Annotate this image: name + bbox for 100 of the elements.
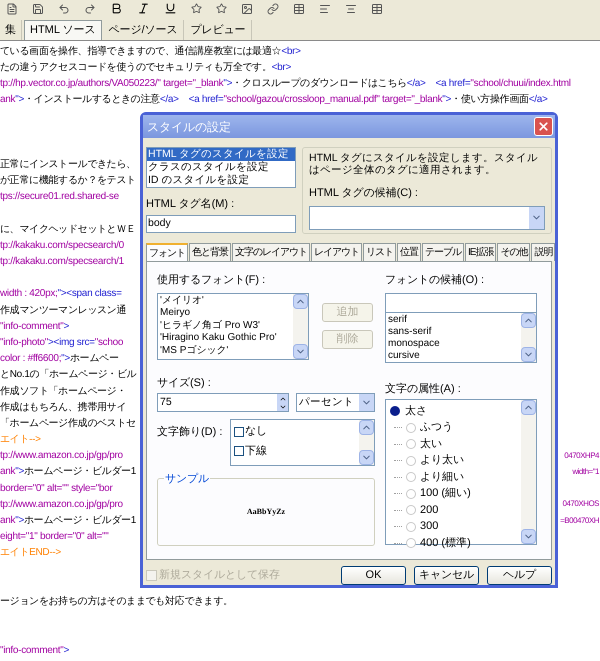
radio-button[interactable] [406,439,416,450]
dialog-tab[interactable]: フォント [146,243,188,262]
list-item[interactable]: クラスのスタイルを設定 [147,161,295,174]
scrollbar[interactable] [293,294,308,359]
redo-icon[interactable] [84,2,96,14]
list-item[interactable]: ID のスタイルを設定 [147,174,295,188]
dialog-tab[interactable]: 色と背景 [189,243,231,262]
code-line: ank">・インストールするときの注意</a> <a href="school/gazou/crossloop_manual.pdf" target="_blank">・使い方操作画面</a> [0,92,548,108]
tag-candidates-select[interactable] [309,206,545,230]
tree-item-label: 太さ [405,404,427,420]
align-left-icon[interactable] [319,2,331,14]
dialog-tab[interactable]: 文字のレイアウト [232,243,310,262]
code-line: エイトEND--> [0,546,61,560]
unit-select[interactable]: パーセント [296,393,375,412]
table-icon[interactable] [371,2,383,14]
scrollbar[interactable] [521,400,536,544]
code-line: 作成ソフト「ホームページ・ [0,384,126,399]
radio-button[interactable] [406,488,416,499]
code-line: tp://www.amazon.co.jp/gp/pro [0,498,123,512]
save-icon[interactable] [32,2,44,14]
code-line: width="1 [572,466,600,478]
list-item[interactable]: HTML タグのスタイルを設定 [147,148,295,162]
italic-icon[interactable] [137,2,150,15]
field-label: 文字の属性(A) : [385,382,462,397]
dialog-button[interactable]: OK [341,566,406,585]
field-label: フォントの候補(O) : [385,273,485,288]
dialog-button[interactable]: キャンセル [414,566,479,585]
underline-icon[interactable] [164,2,177,15]
link-icon[interactable] [267,2,279,14]
radio-button[interactable] [406,505,416,516]
dialog-tab[interactable]: テーブル [422,243,464,262]
code-line: tp://kakaku.com/specsearch/1 [0,255,124,270]
code-line: ank">ホームページ・ビルダー1 [0,465,136,480]
checkbox[interactable] [234,446,244,456]
code-line: とNo.1の「ホームページ・ビル [0,368,136,382]
field-label: HTML タグ名(M) : [146,197,236,212]
checkbox[interactable] [234,426,244,437]
list-item[interactable]: 'MS Pゴシック' [160,344,291,358]
code-line: 0470XHOS [562,498,600,510]
star-icon[interactable] [216,3,227,14]
code-line: color : #ff6600;">ホームペー [0,352,118,366]
sample-text: AaBbYyZz [246,506,286,518]
undo-icon[interactable] [58,2,70,14]
field-label: サイズ(S) : [157,376,212,391]
radio-button[interactable] [406,422,416,433]
radio-button[interactable] [406,538,416,548]
radio-button[interactable] [390,406,400,416]
radio-button[interactable] [406,472,416,482]
dialog-tab[interactable]: その他 [497,243,530,262]
list-item[interactable]: monospace [388,338,521,350]
dialog-tab[interactable]: 位置 [397,243,421,262]
dialog-button[interactable]: ヘルプ [487,566,552,585]
list-item[interactable]: sans-serif [388,326,521,338]
close-button[interactable] [534,117,553,136]
editor-tab[interactable]: HTML ソース [24,20,102,40]
field-label: 使用するフォント(F) : [157,273,266,288]
dialog-tab[interactable]: リスト [363,243,396,262]
list-item[interactable]: serif [388,314,521,326]
list-item[interactable]: 'ヒラギノ角ゴ Pro W3' [160,320,291,332]
field-label: 文字飾り(D) : [157,424,222,440]
tree-item-label: 300 [420,519,438,534]
star-icon[interactable] [191,3,202,14]
list-item[interactable]: 'Hiragino Kaku Gothic Pro' [160,332,291,345]
code-line: が正常に機能するか？をテスト [0,174,136,188]
editor-tab[interactable]: ページ/ソース [104,20,184,40]
code-line: ank">ホームページ・ビルダー1 [0,514,136,528]
code-line: に、マイクヘッドセットとＷＥ [0,222,136,237]
list-item[interactable]: 'メイリオ' [160,294,291,308]
checkbox-label: なし [245,424,267,440]
checkbox-label: 新規スタイルとして保存 [159,568,280,584]
radio-button[interactable] [406,456,416,466]
dialog-tab[interactable]: 説明 [531,243,556,262]
code-line: 正常にインストールできたら、 [0,158,136,172]
scrollbar[interactable] [521,312,536,362]
code-line: "info-photo"><img src="schoo [0,336,124,350]
editor-tab[interactable]: 集 [0,20,22,40]
list-item[interactable]: Meiryo [160,307,291,320]
table-icon[interactable] [293,2,305,14]
radio-button[interactable] [406,522,416,532]
code-line: "info-comment"> [0,320,70,334]
list-item[interactable]: cursive [388,350,521,362]
size-field[interactable]: 75 [157,393,290,412]
dialog-tab[interactable]: レイアウト [311,243,362,262]
code-line: 作成マンツーマンレッスン通 [0,304,126,318]
code-line: tp://hp.vector.co.jp/authors/VA050223/" target="_blank">・クロスループのダウンロードはこちら</a> <a href="school/chuui/index.html [0,76,571,91]
scrollbar[interactable] [359,420,374,466]
dialog-tab[interactable]: IE拡張 [465,243,496,262]
code-line: tps://secure01.red.shared-se [0,190,119,204]
code-line: tp://kakaku.com/specsearch/0 [0,238,124,253]
bold-icon[interactable] [110,2,123,15]
tag-name-field[interactable]: body [146,214,296,233]
checkbox-label: 下線 [245,444,267,459]
image-icon[interactable] [241,2,253,14]
document-icon[interactable] [6,2,18,14]
align-center-icon[interactable] [345,2,357,14]
font-candidate-field[interactable] [385,292,537,313]
tree-item-label: ふつう [420,420,453,436]
code-line: 作成はもちろん、携帯用サイ [0,400,126,415]
editor-tab[interactable]: プレビュー [186,20,252,40]
code-line: =B00470XH [560,514,600,527]
